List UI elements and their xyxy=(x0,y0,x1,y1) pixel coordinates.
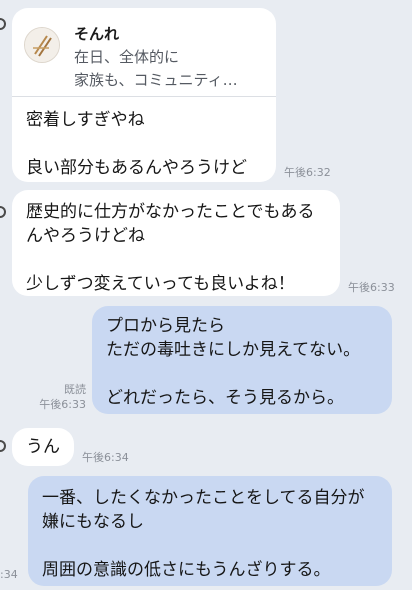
message-timestamp: 午後6:32 xyxy=(284,166,331,179)
outgoing-message[interactable]: 一番、したくなかったことをしてる自分が嫌にもなるし 周囲の意識の低さにもうんざり… xyxy=(28,476,392,586)
message-timestamp-partial: :34 xyxy=(0,568,18,581)
message-text: 密着しすぎやね 良い部分もあるんやろうけど xyxy=(26,110,247,178)
message-timestamp: 午後6:33 xyxy=(348,281,395,294)
message-timestamp: 午後6:34 xyxy=(82,451,129,464)
incoming-message[interactable]: 歴史的に仕方がなかったことでもあるんやろうけどね 少しずつ変えていっても良いよね… xyxy=(12,190,340,296)
thumbnail-image-icon xyxy=(25,28,59,62)
reply-sender-name: そんれ xyxy=(74,25,120,43)
message-text: うん xyxy=(26,437,60,457)
incoming-message[interactable]: うん xyxy=(12,428,74,466)
reply-thumbnail xyxy=(24,27,60,63)
message-timestamp: 午後6:33 xyxy=(39,398,86,411)
message-text: 一番、したくなかったことをしてる自分が嫌にもなるし 周囲の意識の低さにもうんざり… xyxy=(42,488,365,580)
avatar-edge xyxy=(0,18,6,30)
reply-quote[interactable]: そんれ 在日、全体的に 家族も、コミュニティ… xyxy=(12,8,276,97)
outgoing-message[interactable]: プロから見たら ただの毒吐きにしか見えてない。 どれだったら、そう見るから。 xyxy=(92,306,392,414)
read-receipt: 既読 xyxy=(64,383,86,396)
avatar-edge xyxy=(0,206,6,218)
incoming-message-with-reply[interactable]: そんれ 在日、全体的に 家族も、コミュニティ… 密着しすぎやね 良い部分もあるん… xyxy=(12,8,276,182)
reply-preview-text: 在日、全体的に 家族も、コミュニティ… xyxy=(74,48,238,89)
message-text: プロから見たら ただの毒吐きにしか見えてない。 どれだったら、そう見るから。 xyxy=(106,316,361,408)
message-text: 歴史的に仕方がなかったことでもあるんやろうけどね 少しずつ変えていっても良いよね… xyxy=(26,202,315,294)
avatar-edge xyxy=(0,440,6,452)
